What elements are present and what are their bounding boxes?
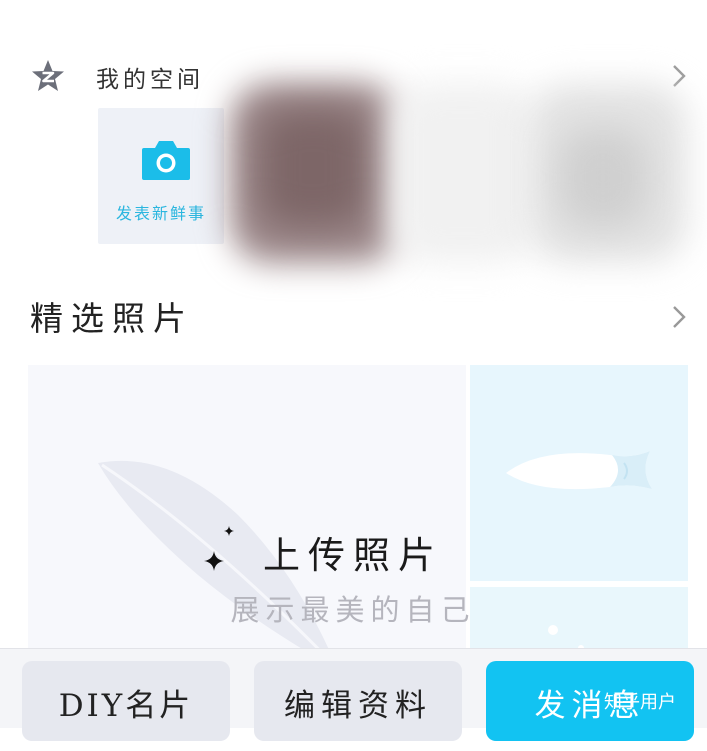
- post-news-label: 发表新鲜事: [115, 204, 206, 223]
- qzone-star-icon: [30, 58, 66, 94]
- my-space-title: 我的空间: [96, 67, 204, 93]
- space-photo-thumbnail-detail: [558, 128, 648, 228]
- camera-icon: [140, 138, 192, 182]
- diy-card-button[interactable]: DIY名片: [22, 661, 230, 741]
- chevron-right-icon[interactable]: [670, 304, 688, 330]
- edit-profile-button[interactable]: 编辑资料: [254, 661, 462, 741]
- chevron-right-icon[interactable]: [670, 63, 688, 89]
- bottom-action-bar: DIY名片 编辑资料 发消息: [0, 648, 707, 741]
- space-photo-thumbnail-detail: [258, 108, 368, 228]
- watermark: 知乎用户: [604, 692, 676, 713]
- fish-icon: [500, 441, 660, 501]
- selected-photos-title: 精选照片: [30, 299, 194, 338]
- sparkle-icon: [204, 551, 224, 575]
- sample-photo-fish[interactable]: [470, 365, 688, 581]
- selected-photos-grid: 上传照片 展示最美的自己: [28, 365, 688, 665]
- post-news-card[interactable]: 发表新鲜事: [98, 108, 224, 244]
- bubble-icon: [548, 625, 558, 635]
- space-photo-thumbnail[interactable]: [388, 83, 538, 263]
- my-space-strip: 发表新鲜事: [98, 83, 688, 263]
- sparkle-icon: [224, 521, 234, 540]
